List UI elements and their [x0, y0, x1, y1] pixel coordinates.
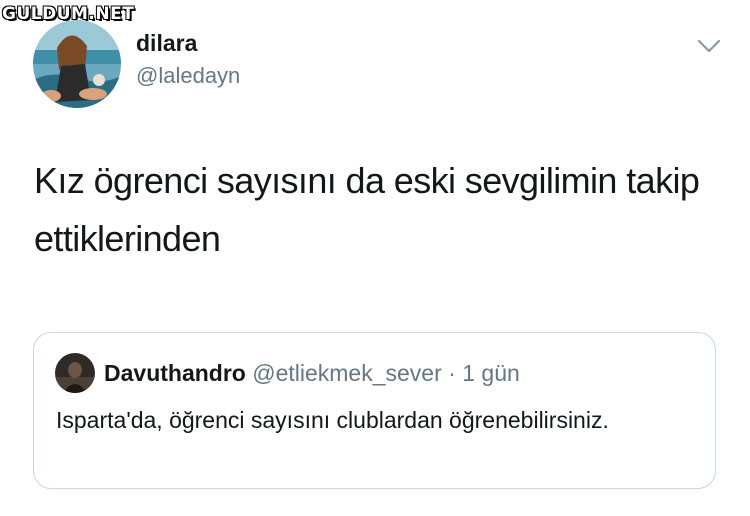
quoted-header: Davuthandro @etliekmek_sever · 1 gün: [104, 360, 520, 387]
separator-dot: ·: [448, 360, 456, 386]
quoted-tweet-text: Isparta'da, öğrenci sayısını clublardan …: [56, 407, 609, 433]
quoted-display-name[interactable]: Davuthandro: [104, 360, 246, 386]
display-name[interactable]: dilara: [136, 30, 197, 57]
quoted-tweet-card[interactable]: Davuthandro @etliekmek_sever · 1 gün Isp…: [33, 332, 716, 489]
avatar[interactable]: [33, 20, 121, 108]
quoted-timestamp[interactable]: 1 gün: [462, 360, 520, 386]
quoted-avatar[interactable]: [55, 353, 95, 393]
user-handle[interactable]: @laledayn: [136, 63, 240, 89]
tweet-text: Kız ögrenci sayısını da eski sevgilimin …: [34, 160, 700, 259]
chevron-down-icon[interactable]: [697, 38, 721, 54]
quoted-handle[interactable]: @etliekmek_sever: [252, 360, 442, 386]
avatar-photo: [33, 20, 121, 108]
quoted-avatar-photo: [55, 353, 95, 393]
